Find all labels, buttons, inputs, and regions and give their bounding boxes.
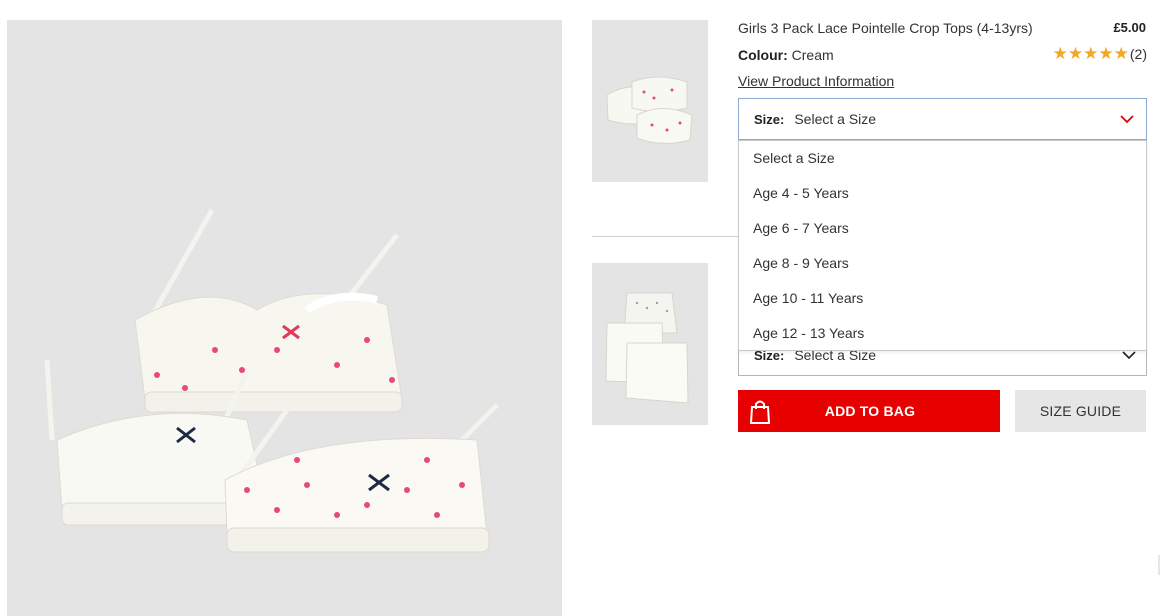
size-option[interactable]: Select a Size xyxy=(739,141,1146,176)
star-icon: ★★★★★ xyxy=(1052,44,1129,63)
product-price: £5.00 xyxy=(1113,20,1146,35)
size-option[interactable]: Age 6 - 7 Years xyxy=(739,211,1146,246)
add-to-bag-label: ADD TO BAG xyxy=(824,403,916,419)
rating-count: (2) xyxy=(1129,46,1147,62)
colour-value: Cream xyxy=(791,47,834,63)
size-option[interactable]: Age 12 - 13 Years xyxy=(739,316,1146,351)
product-colour: Colour: Cream xyxy=(738,47,834,63)
main-product-image[interactable] xyxy=(7,20,562,616)
section-divider xyxy=(592,236,742,237)
size-option[interactable]: Age 4 - 5 Years xyxy=(739,176,1146,211)
add-to-bag-button[interactable]: ADD TO BAG xyxy=(738,390,1000,432)
size-option[interactable]: Age 10 - 11 Years xyxy=(739,281,1146,316)
product-thumbnail-1[interactable] xyxy=(592,20,708,182)
view-product-information-link[interactable]: View Product Information xyxy=(738,73,894,89)
size-select[interactable]: Size: Select a Size xyxy=(738,98,1147,140)
product-thumbnail-2[interactable] xyxy=(592,263,708,425)
size-select-value: Select a Size xyxy=(794,111,877,127)
chevron-down-icon xyxy=(1120,115,1134,124)
product-title: Girls 3 Pack Lace Pointelle Crop Tops (4… xyxy=(738,20,1033,36)
size-select-label: Size: xyxy=(754,111,785,127)
product-rating[interactable]: ★★★★★ (2) xyxy=(1053,44,1147,64)
colour-label: Colour: xyxy=(738,47,788,63)
size-option[interactable]: Age 8 - 9 Years xyxy=(739,246,1146,281)
size-dropdown-list: Select a Size Age 4 - 5 Years Age 6 - 7 … xyxy=(738,140,1147,351)
size-guide-button[interactable]: SIZE GUIDE xyxy=(1015,390,1146,432)
shopping-bag-icon xyxy=(740,390,780,432)
